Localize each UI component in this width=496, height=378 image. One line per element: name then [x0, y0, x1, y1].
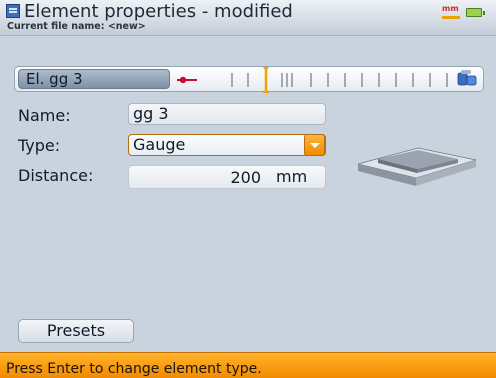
units-underline: [442, 16, 460, 19]
distance-unit: mm: [276, 167, 308, 186]
current-file-name: Current file name: <new>: [7, 21, 146, 32]
type-label: Type:: [18, 136, 61, 155]
coupling-icon: [457, 70, 477, 86]
distance-label: Distance:: [18, 166, 94, 185]
selected-element-marker: [262, 67, 270, 93]
element-selector-rail[interactable]: El. gg 3: [14, 66, 484, 93]
selected-element-tab[interactable]: El. gg 3: [18, 69, 170, 89]
type-select[interactable]: Gauge: [128, 134, 326, 156]
screen: Element properties - modified Current fi…: [0, 0, 496, 378]
name-label: Name:: [18, 106, 71, 125]
battery-icon: [466, 8, 485, 17]
units-label: mm: [442, 4, 459, 13]
title-bar: Element properties - modified Current fi…: [0, 0, 496, 36]
status-message: Press Enter to change element type.: [6, 361, 262, 377]
app-window-icon: [6, 4, 20, 18]
rail-ticks: [231, 73, 448, 87]
gauge-illustration: [357, 147, 477, 186]
red-marker-dot: [179, 76, 187, 84]
window-title: Element properties - modified: [24, 1, 293, 22]
presets-button[interactable]: Presets: [18, 319, 134, 343]
chevron-down-icon[interactable]: [304, 134, 325, 156]
name-field[interactable]: gg 3: [128, 103, 326, 125]
status-bar: Press Enter to change element type.: [0, 352, 496, 378]
distance-value: 200: [230, 168, 261, 187]
units-indicator: mm: [442, 4, 485, 20]
type-select-value: Gauge: [133, 135, 186, 154]
